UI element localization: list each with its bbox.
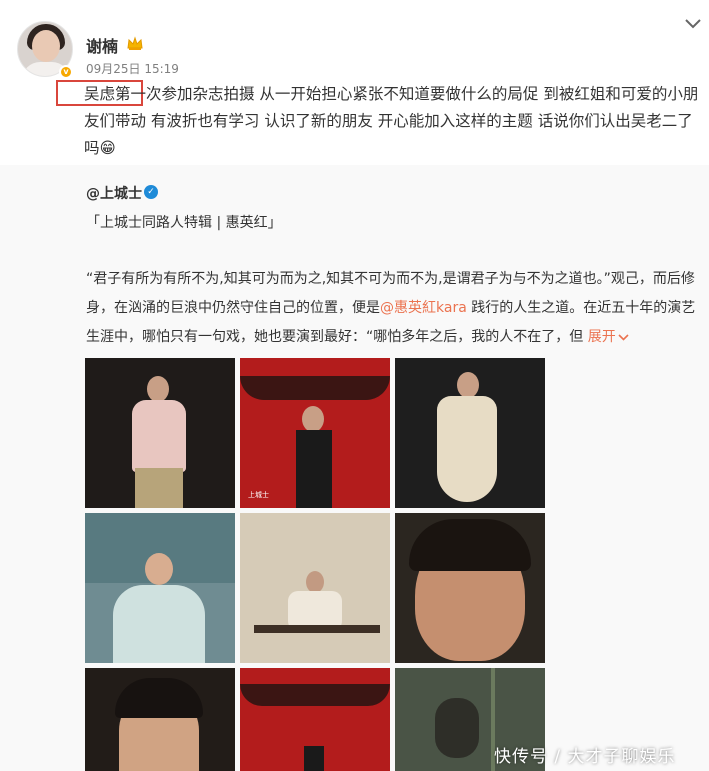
post-header: v 谢楠 09月25日 15:19 吴虑第一次参加杂志拍摄 从一开始担心紧张不知… <box>0 0 709 165</box>
repost-text: “君子有所为有所不为,知其可为而为之,知其不可为而不为,是谓君子为与不为之道也。… <box>86 265 696 352</box>
mention-link[interactable]: @惠英紅kara <box>380 300 467 316</box>
photo-5[interactable] <box>240 513 390 663</box>
photo-8[interactable] <box>240 668 390 771</box>
chevron-down-small-icon[interactable] <box>618 333 629 342</box>
verified-icon: ✓ <box>144 185 158 199</box>
photo-caption: 上城士 <box>248 491 269 499</box>
photo-6[interactable] <box>395 513 545 663</box>
chevron-down-icon[interactable] <box>684 16 702 30</box>
photo-2[interactable]: 上城士 <box>240 358 390 508</box>
post-text: 吴虑第一次参加杂志拍摄 从一开始担心紧张不知道要做什么的局促 到被红姐和可爱的小… <box>84 85 699 157</box>
repost-author[interactable]: @上城士 <box>86 183 142 203</box>
expand-link[interactable]: 展开 <box>588 329 629 345</box>
repost-tag: 「上城士同路人特辑 | 惠英红」 <box>86 215 282 231</box>
photo-1[interactable] <box>85 358 235 508</box>
watermark: 快传号 / 大才子聊娱乐 <box>494 747 676 767</box>
photo-4[interactable] <box>85 513 235 663</box>
expand-label[interactable]: 展开 <box>588 329 616 345</box>
photo-7[interactable] <box>85 668 235 771</box>
photo-3[interactable] <box>395 358 545 508</box>
username[interactable]: 谢楠 <box>86 33 118 57</box>
post-time[interactable]: 09月25日 15:19 <box>86 60 179 77</box>
verified-badge-icon: v <box>59 65 73 79</box>
crown-icon <box>127 36 143 50</box>
